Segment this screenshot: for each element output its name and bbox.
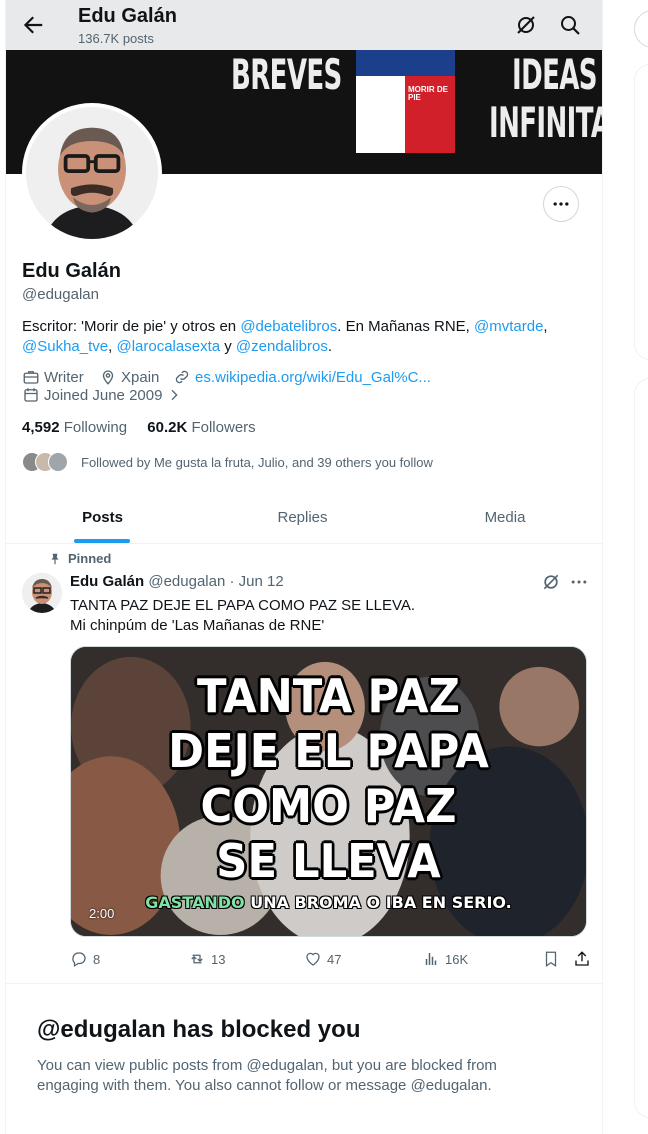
bio-mention-larocalasexta[interactable]: @larocalasexta	[116, 338, 220, 355]
calendar-icon	[24, 388, 38, 402]
repost-button[interactable]: 13	[188, 950, 225, 968]
right-sidebar-card	[634, 64, 648, 360]
link-icon	[175, 370, 189, 384]
more-dots-icon	[553, 202, 569, 206]
tab-media[interactable]: Media	[406, 491, 602, 543]
reply-button[interactable]: 8	[70, 950, 100, 968]
tweet-author-handle[interactable]: @edugalan	[148, 573, 225, 590]
bookmark-button[interactable]	[542, 950, 560, 968]
right-search-pill[interactable]	[634, 10, 648, 48]
tweet-author-name[interactable]: Edu Galán	[70, 573, 144, 590]
follow-stats: 4,592 Following 60.2K Followers	[22, 419, 272, 436]
tweet-text: TANTA PAZ DEJE EL PAPA COMO PAZ SE LLEVA…	[70, 597, 416, 634]
repost-icon	[191, 954, 203, 964]
tweet-header: Edu Galán @edugalan · Jun 12	[70, 573, 284, 590]
book-cover-title: MORIR DE PIE	[408, 85, 448, 103]
header-post-count: 136.7K posts	[78, 31, 154, 46]
banner-book-cover: MORIR DE PIE	[356, 50, 455, 153]
profile-handle: @edugalan	[22, 286, 99, 303]
right-sidebar-card	[634, 378, 648, 1118]
views-chart-icon	[425, 953, 437, 965]
bio-mention-sukha-tve[interactable]: @Sukha_tve	[22, 338, 108, 355]
video-subtitle: GASTANDO UNA BROMA O IBA EN SERIO.	[145, 893, 512, 912]
active-tab-indicator	[74, 539, 130, 543]
blocked-notice-text: You can view public posts from @edugalan…	[37, 1057, 497, 1094]
profile-bio: Escritor: 'Morir de pie' y otros en @deb…	[22, 318, 548, 355]
banner-word-breves: BREVES	[231, 50, 342, 99]
chevron-right-icon	[171, 389, 179, 401]
tweet-author-avatar[interactable]	[22, 573, 62, 613]
grok-icon[interactable]	[541, 572, 561, 592]
back-arrow-icon[interactable]	[20, 12, 46, 38]
heart-icon	[306, 952, 320, 966]
more-options-button[interactable]	[543, 186, 579, 222]
banner-word-ideas: IDEAS	[512, 50, 598, 99]
profile-joined-date[interactable]: Joined June 2009	[22, 386, 182, 404]
tab-posts[interactable]: Posts	[6, 491, 199, 543]
reply-icon	[72, 952, 86, 967]
bio-mention-debatelibros[interactable]: @debatelibros	[240, 318, 337, 335]
tweet-separator: ·	[229, 573, 235, 590]
profile-website[interactable]: es.wikipedia.org/wiki/Edu_Gal%C...	[173, 368, 431, 386]
share-button[interactable]	[573, 950, 591, 968]
follower-avatar	[48, 452, 68, 472]
profile-location: Xpain	[99, 368, 159, 386]
profile-occupation: Writer	[22, 368, 84, 386]
briefcase-icon	[23, 371, 39, 384]
banner-word-infinitas: INFINITAS	[489, 98, 602, 147]
search-icon[interactable]	[558, 13, 582, 37]
share-icon	[575, 951, 589, 966]
profile-column: Edu Galán 136.7K posts BREVES MORIR DE P…	[5, 0, 603, 1134]
video-duration: 2:00	[89, 906, 115, 921]
profile-avatar[interactable]	[22, 103, 162, 243]
video-overlay-caption: TANTA PAZ DEJE EL PAPA COMO PAZ SE LLEVA	[168, 669, 489, 888]
blocked-notice-title: @edugalan has blocked you	[37, 1016, 361, 1043]
tweet-date[interactable]: Jun 12	[239, 573, 284, 590]
profile-name: Edu Galán	[22, 260, 121, 282]
followed-by-text: Followed by Me gusta la fruta, Julio, an…	[81, 454, 433, 470]
bio-mention-zendalibros[interactable]: @zendalibros	[236, 338, 328, 355]
views-button[interactable]: 16K	[422, 950, 468, 968]
following-link[interactable]: 4,592 Following	[22, 419, 143, 436]
like-button[interactable]: 47	[304, 950, 341, 968]
section-divider	[6, 983, 602, 984]
tweet-video[interactable]: TANTA PAZ DEJE EL PAPA COMO PAZ SE LLEVA…	[70, 646, 587, 937]
tweet-more-icon[interactable]	[569, 572, 589, 592]
tweet-actions: 8 13 47 16K	[70, 950, 592, 972]
website-link[interactable]: es.wikipedia.org/wiki/Edu_Gal%C...	[195, 369, 431, 386]
header-profile-name: Edu Galán	[78, 5, 177, 27]
location-pin-icon	[102, 370, 114, 385]
grok-icon[interactable]	[514, 13, 538, 37]
bio-mention-mvtarde[interactable]: @mvtarde	[474, 318, 543, 335]
pin-icon	[51, 553, 59, 564]
tab-replies[interactable]: Replies	[199, 491, 406, 543]
profile-tabs: Posts Replies Media	[6, 491, 602, 544]
profile-header-bar: Edu Galán 136.7K posts	[6, 0, 602, 50]
bookmark-icon	[545, 951, 557, 967]
pinned-label: Pinned	[48, 551, 111, 566]
followers-link[interactable]: 60.2K Followers	[147, 419, 271, 436]
followed-by-row[interactable]: Followed by Me gusta la fruta, Julio, an…	[22, 450, 433, 474]
